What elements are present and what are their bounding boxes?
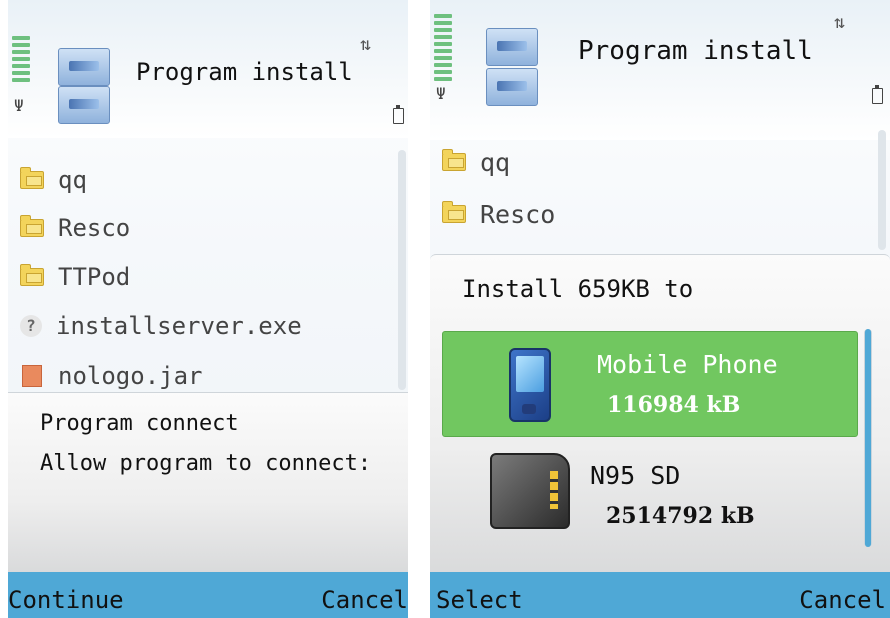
drive-name: N95 SD <box>590 461 681 490</box>
drive-name: Mobile Phone <box>597 350 778 379</box>
app-title: Program install <box>578 36 813 66</box>
data-transfer-icon: ⇅ <box>834 12 845 33</box>
n95-sd-option[interactable]: N95 SD 2514792 kB <box>442 441 856 545</box>
cancel-softkey[interactable]: Cancel <box>321 586 408 614</box>
softkey-bar: Continue Cancel <box>8 572 408 618</box>
list-item[interactable]: Resco <box>430 194 555 234</box>
softkey-bar: Select Cancel <box>430 572 890 618</box>
battery-icon <box>872 85 883 104</box>
status-bar: Ψ Program install ⇅ <box>8 0 408 138</box>
list-item[interactable]: TTPod <box>8 257 130 297</box>
folder-icon <box>20 215 44 237</box>
folder-icon <box>20 167 44 189</box>
file-name: qq <box>58 166 87 194</box>
signal-strength-icon <box>434 14 452 84</box>
file-name: qq <box>480 147 511 177</box>
battery-icon <box>393 105 404 124</box>
file-name: nologo.jar <box>58 362 203 390</box>
drive-free-space: 116984 kB <box>607 392 741 418</box>
scrollbar-thumb[interactable] <box>865 329 871 547</box>
list-scrollbar[interactable] <box>878 130 886 250</box>
unknown-file-icon: ? <box>20 315 42 337</box>
program-install-app-icon <box>58 48 110 124</box>
folder-icon <box>442 149 466 171</box>
dialog-heading: Install 659KB to <box>462 275 694 303</box>
app-title: Program install <box>136 58 353 86</box>
antenna-icon: Ψ <box>14 96 24 115</box>
drive-free-space: 2514792 kB <box>606 503 755 529</box>
install-location-dialog: Install 659KB to Mobile Phone 116984 kB … <box>430 254 890 575</box>
continue-softkey[interactable]: Continue <box>8 586 124 614</box>
dialog-scrollbar[interactable] <box>864 329 872 547</box>
signal-strength-icon <box>12 36 30 85</box>
cancel-softkey[interactable]: Cancel <box>799 586 886 614</box>
file-name: installserver.exe <box>56 312 302 340</box>
scrollbar[interactable] <box>398 150 406 390</box>
folder-icon <box>442 201 466 223</box>
jar-file-icon <box>22 365 42 387</box>
file-name: Resco <box>480 199 556 229</box>
mobile-phone-option[interactable]: Mobile Phone 116984 kB <box>442 331 858 437</box>
list-item[interactable]: Resco <box>8 208 130 248</box>
left-phone-screen: Ψ Program install ⇅ qq Resco TTPod ? ins… <box>8 0 408 618</box>
folder-icon <box>20 264 44 286</box>
list-item[interactable]: nologo.jar <box>8 356 203 396</box>
list-item[interactable]: qq <box>430 142 510 182</box>
list-item[interactable]: ? installserver.exe <box>8 306 302 346</box>
sd-card-icon <box>490 453 570 529</box>
data-transfer-icon: ⇅ <box>360 34 371 55</box>
file-name: Resco <box>58 214 131 242</box>
dialog-message: Allow program to connect: <box>40 451 372 476</box>
program-install-app-icon <box>486 28 538 106</box>
list-item[interactable]: qq <box>8 160 87 200</box>
dialog-title: Program connect <box>40 411 239 436</box>
antenna-icon: Ψ <box>436 84 446 103</box>
select-softkey[interactable]: Select <box>436 586 523 614</box>
file-name: TTPod <box>58 263 131 291</box>
program-connect-dialog: Program connect Allow program to connect… <box>8 392 408 573</box>
right-phone-screen: Ψ Program install ⇅ qq Resco Install 659… <box>430 0 890 618</box>
mobile-phone-icon <box>509 348 551 422</box>
status-bar: Ψ Program install ⇅ <box>430 0 890 140</box>
